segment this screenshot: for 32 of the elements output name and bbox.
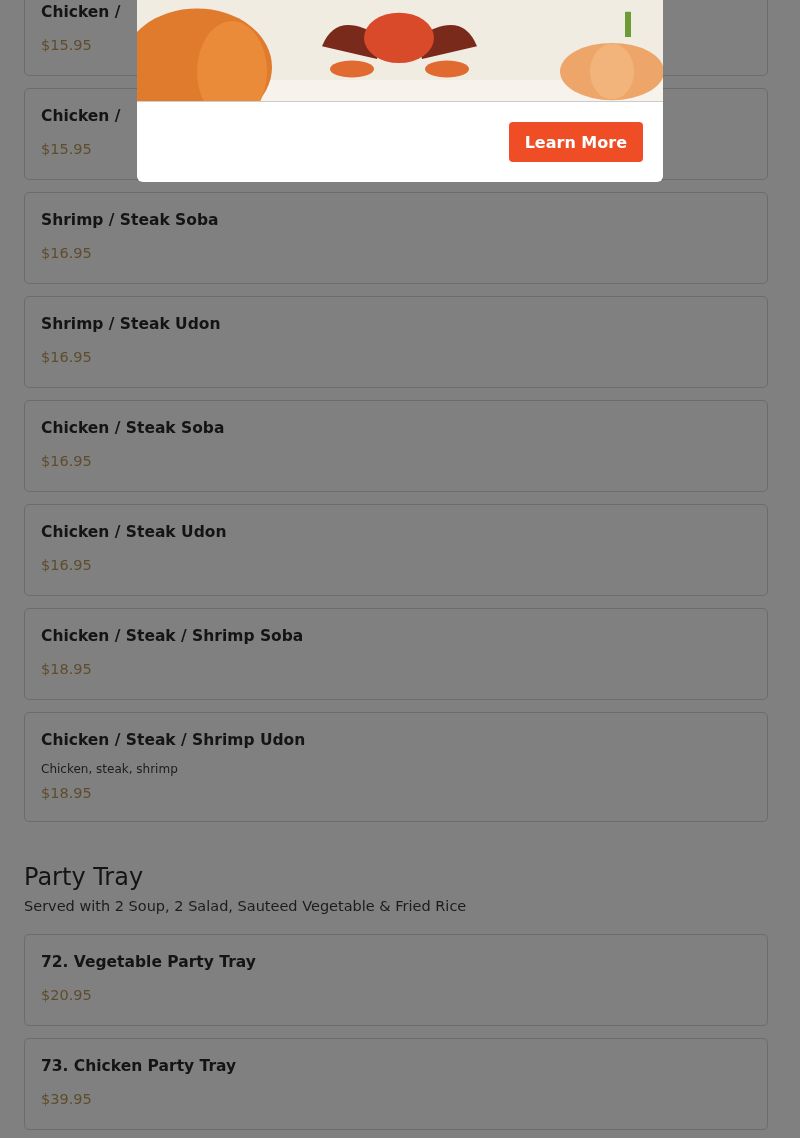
item-price: $15.95 bbox=[41, 36, 92, 55]
item-description: Chicken, steak, shrimp bbox=[41, 761, 178, 777]
item-name: Shrimp / Steak Udon bbox=[41, 314, 221, 335]
item-name: Chicken / bbox=[41, 106, 121, 127]
learn-more-button[interactable]: Learn More bbox=[508, 122, 643, 162]
item-name: 73. Chicken Party Tray bbox=[41, 1056, 237, 1077]
item-price: $16.95 bbox=[41, 452, 92, 471]
item-name: 72. Vegetable Party Tray bbox=[41, 952, 256, 973]
item-price: $18.95 bbox=[41, 660, 92, 679]
item-name: Chicken / Steak Soba bbox=[41, 418, 225, 439]
section-title: Party Tray bbox=[24, 862, 145, 892]
menu-item-card[interactable]: Shrimp / Steak Udon $16.95 bbox=[24, 296, 768, 388]
section-description: Served with 2 Soup, 2 Salad, Sauteed Vegetable & Fried Rice bbox=[24, 897, 468, 916]
menu-item-card[interactable]: 72. Vegetable Party Tray $20.95 bbox=[24, 934, 768, 1026]
item-name: Chicken / Steak / Shrimp Soba bbox=[41, 626, 304, 647]
menu-item-card[interactable]: Shrimp / Steak Soba $16.95 bbox=[24, 192, 768, 284]
item-price: $39.95 bbox=[41, 1090, 92, 1109]
item-price: $16.95 bbox=[41, 244, 92, 263]
item-price: $20.95 bbox=[41, 986, 92, 1005]
item-name: Chicken / bbox=[41, 2, 121, 23]
item-price: $16.95 bbox=[41, 348, 92, 367]
item-name: Chicken / Steak / Shrimp Udon bbox=[41, 730, 306, 751]
menu-item-card[interactable]: Chicken / Steak Udon $16.95 bbox=[24, 504, 768, 596]
item-price: $18.95 bbox=[41, 784, 92, 803]
item-name: Chicken / Steak Udon bbox=[41, 522, 227, 543]
menu-item-card[interactable]: 73. Chicken Party Tray $39.95 bbox=[24, 1038, 768, 1130]
item-name: Shrimp / Steak Soba bbox=[41, 210, 219, 231]
item-price: $16.95 bbox=[41, 556, 92, 575]
menu-item-card[interactable]: Chicken / Steak / Shrimp Udon Chicken, steak, shrimp $18.95 bbox=[24, 712, 768, 822]
item-price: $15.95 bbox=[41, 140, 92, 159]
menu-item-card[interactable]: Chicken / Steak / Shrimp Soba $18.95 bbox=[24, 608, 768, 700]
menu-item-card[interactable]: Chicken / Steak Soba $16.95 bbox=[24, 400, 768, 492]
